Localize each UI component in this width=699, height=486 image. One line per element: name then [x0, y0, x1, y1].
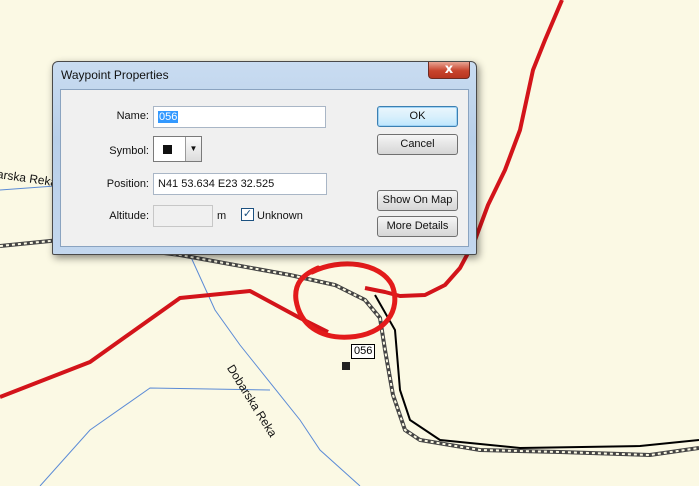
dialog-title: Waypoint Properties — [61, 68, 169, 82]
altitude-unit: m — [217, 210, 227, 222]
railway-line — [0, 237, 699, 458]
name-field[interactable]: 056 — [153, 106, 326, 128]
symbol-label: Symbol: — [109, 145, 149, 157]
waypoint-label[interactable]: 056 — [351, 344, 376, 359]
ok-button[interactable]: OK — [377, 106, 458, 127]
unknown-label[interactable]: Unknown — [257, 210, 303, 222]
chevron-down-icon[interactable]: ▼ — [185, 137, 201, 161]
dialog-client-area: Name: 056 Symbol: ▼ Position: N41 53.634… — [60, 89, 469, 247]
show-on-map-button[interactable]: Show On Map — [377, 190, 458, 211]
road-line — [0, 289, 329, 399]
waypoint-square-icon — [163, 145, 172, 154]
close-button[interactable]: x — [428, 62, 470, 79]
name-label: Name: — [116, 110, 149, 122]
name-value: 056 — [158, 111, 179, 123]
annotation-circle — [293, 261, 398, 340]
unknown-checkbox[interactable]: ✓ — [241, 208, 254, 221]
altitude-label: Altitude: — [109, 210, 149, 222]
altitude-field[interactable] — [153, 205, 213, 227]
position-field[interactable]: N41 53.634 E23 32.525 — [153, 173, 327, 195]
waypoint-properties-dialog: Waypoint Properties x Name: 056 Symbol: … — [52, 61, 477, 255]
river-line — [189, 254, 361, 486]
more-details-button[interactable]: More Details — [377, 216, 458, 237]
symbol-dropdown[interactable]: ▼ — [153, 136, 202, 162]
river-line — [39, 387, 271, 486]
cancel-button[interactable]: Cancel — [377, 134, 458, 155]
position-label: Position: — [106, 178, 149, 190]
track-line — [374, 294, 699, 450]
waypoint-symbol[interactable] — [342, 362, 350, 370]
